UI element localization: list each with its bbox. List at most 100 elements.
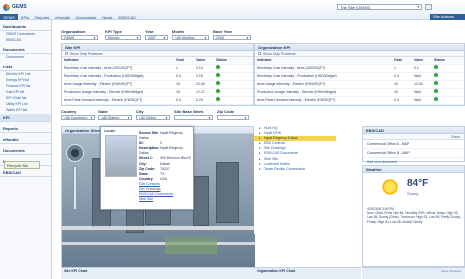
site-list-item[interactable]: Texas Facility Commission <box>254 167 336 172</box>
web-site-link[interactable]: Web Site <box>139 197 191 202</box>
table-row[interactable]: Area Usage Intensity - Electric (KWh/SQF… <box>255 80 464 89</box>
site-select[interactable]: The Site (GEMS) <box>337 4 422 10</box>
ebs-cad-row[interactable]: Commercial Office B - M&P <box>363 149 464 158</box>
table-row[interactable]: Electricity Cost Intensity - Production … <box>255 72 464 81</box>
organization-kpi-problems-checkbox[interactable] <box>258 52 261 55</box>
nav-documents[interactable]: Documents <box>73 14 99 20</box>
country-select[interactable]: <All Countries> <box>61 115 95 120</box>
site-kpi-chart-bar[interactable]: Site KPI Chart <box>61 267 254 279</box>
site-kpi-status-header: Status <box>214 57 253 65</box>
green-area-shape <box>165 237 217 254</box>
weather-title: Weather <box>363 166 464 173</box>
ebs-cad-row[interactable]: Commercial Office A - M&P <box>363 140 464 149</box>
site-detail-value: Dallas <box>160 161 170 166</box>
nav-ehandle[interactable]: eHandle <box>52 14 73 20</box>
nav-item-water-kpi-list[interactable]: Water KPI list <box>0 107 51 113</box>
status-cell <box>214 64 253 73</box>
site-kpi-value: 17.27 <box>194 88 214 97</box>
state-select[interactable]: <All States> <box>98 115 132 120</box>
organization-kpi-indicator[interactable]: Production Usage Intensity - Electric (K… <box>255 88 392 97</box>
table-row[interactable]: Area Peak Demand Intensity - Electric (K… <box>62 96 253 105</box>
organization-kpi-indicator[interactable]: Electricity Cost Intensity - Area (USD/S… <box>255 64 392 73</box>
site-kpi-indicator[interactable]: Electricity Cost Intensity - Production … <box>62 72 174 81</box>
nav-section-documents-2[interactable]: Documents <box>0 146 51 155</box>
kpi-type-label: KPI Type <box>105 29 122 34</box>
nav-item-ebs-cad[interactable]: EBS/CAD <box>0 37 51 43</box>
status-ok-icon <box>434 65 438 69</box>
status-cell <box>214 88 253 97</box>
site-detail-value: 75207 <box>160 166 170 171</box>
browser-status-text: Zoom Browser <box>441 269 461 273</box>
organization-kpi-indicator[interactable]: Area Usage Intensity - Electric (KWh/SQF… <box>255 80 392 89</box>
site-base-week-filter: Site Base Week <box>174 109 213 121</box>
nav-section-reports[interactable]: Reports <box>0 124 51 133</box>
organization-kpi-indicator[interactable]: Electricity Cost Intensity - Production … <box>255 72 392 81</box>
site-detail-value: 300 Reunion Blvd E <box>160 156 191 161</box>
zip-code-input[interactable] <box>217 115 249 120</box>
state-filter: State <All States> <box>98 109 132 121</box>
nav-section-ebs-cad[interactable]: EBS/CAD <box>0 168 51 177</box>
table-row[interactable]: Production Usage Intensity - Electric (K… <box>255 88 464 97</box>
nav-item-documents[interactable]: Documents <box>0 54 51 60</box>
site-kpi-indicator[interactable]: Area Usage Intensity - Electric (KWh/SQF… <box>62 80 174 89</box>
site-kpi-indicator[interactable]: Electricity Cost Intensity - Area (USD/S… <box>62 64 174 73</box>
site-kpi-panel: Site KPI Show Only Problems Indicator Go… <box>61 43 254 106</box>
table-row[interactable]: Area Usage Intensity - Electric (KWh/SQF… <box>62 80 253 89</box>
nav-ebs-cad[interactable]: EBS/CAD <box>115 14 139 20</box>
organization-select[interactable]: GEMS <box>61 35 98 40</box>
base-year-label: Base Year <box>213 29 233 34</box>
site-detail-row: Source Site Hyatt Regency Dallas <box>139 131 191 141</box>
status-ok-icon <box>434 97 438 101</box>
city-select[interactable]: <All Cities> <box>136 115 170 120</box>
country-filter: Country <All Countries> <box>61 109 95 121</box>
status-cell <box>432 96 464 105</box>
site-go-button[interactable] <box>425 4 432 10</box>
table-row[interactable]: Production Usage Intensity - Electric (K… <box>62 88 253 97</box>
recycle-bin-link[interactable]: Recycle Bin <box>4 161 40 169</box>
nav-news[interactable]: News <box>99 14 115 20</box>
site-base-week-select[interactable] <box>174 115 213 120</box>
kpi-type-select[interactable]: Electric <box>105 35 141 40</box>
organization-kpi-chart-bar[interactable]: Organization KPI Chart <box>254 267 361 279</box>
map-navigation-icon[interactable] <box>66 144 84 162</box>
month-filter: Month <All Months> <box>172 29 209 41</box>
organization-kpi-value: NaN <box>412 72 432 81</box>
base-year-select[interactable]: 2006 <box>213 35 251 40</box>
status-cell <box>214 96 253 105</box>
site-kpi-goal: 1 <box>174 64 194 73</box>
base-year-filter: Base Year 2006 <box>213 29 251 41</box>
organization-kpi-goal: 10 <box>392 88 412 97</box>
status-cell <box>432 64 464 73</box>
organization-kpi-indicator[interactable]: Area Peak Demand Intensity - Electric (K… <box>255 96 392 105</box>
building-shape <box>193 176 209 226</box>
year-select[interactable]: 2007 <box>145 35 168 40</box>
status-ok-icon <box>216 73 220 77</box>
status-cell <box>432 72 464 81</box>
month-select[interactable]: <All Months> <box>172 35 209 40</box>
site-kpi-indicator[interactable]: Area Peak Demand Intensity - Electric (K… <box>62 96 174 105</box>
gems-dashboard: GEMS The Site (GEMS) Site Actions GEMS K… <box>0 0 465 279</box>
weather-panel: Weather 84°F Sunny 4/25/2009 3:00 PM Now… <box>362 165 465 267</box>
table-row[interactable]: Electricity Cost Intensity - Area (USD/S… <box>255 64 464 73</box>
site-actions-button[interactable]: Site Actions <box>430 14 465 20</box>
month-label: Month <box>172 29 184 34</box>
site-kpi-value: 0.29 <box>194 96 214 105</box>
status-ok-icon <box>434 73 438 77</box>
year-label: Year <box>145 29 154 34</box>
weather-forecast: Now: Clear, Feels Like 84, Humidity 29%,… <box>367 211 461 224</box>
table-row[interactable]: Electricity Cost Intensity - Area (USD/S… <box>62 64 253 73</box>
ebs-cad-title: EBS/CAD <box>363 127 464 134</box>
map-zoom-slider[interactable] <box>73 166 77 210</box>
organization-kpi-indicator-header: Indicator <box>255 57 392 65</box>
site-kpi-problems-checkbox[interactable] <box>65 52 68 55</box>
table-row[interactable]: Electricity Cost Intensity - Production … <box>62 72 253 81</box>
organization-kpi-goal: 1 <box>392 64 412 73</box>
nav-section-kpi[interactable]: KPI <box>0 114 51 122</box>
building-shape <box>216 162 239 223</box>
site-kpi-problems-label: Show Only Problems <box>70 52 103 56</box>
organization-kpi-status-header: Status <box>432 57 464 65</box>
nav-section-ehandle[interactable]: eHandle <box>0 135 51 144</box>
table-row[interactable]: Area Peak Demand Intensity - Electric (K… <box>255 96 464 105</box>
site-kpi-indicator[interactable]: Production Usage Intensity - Electric (K… <box>62 88 174 97</box>
status-ok-icon <box>216 89 220 93</box>
